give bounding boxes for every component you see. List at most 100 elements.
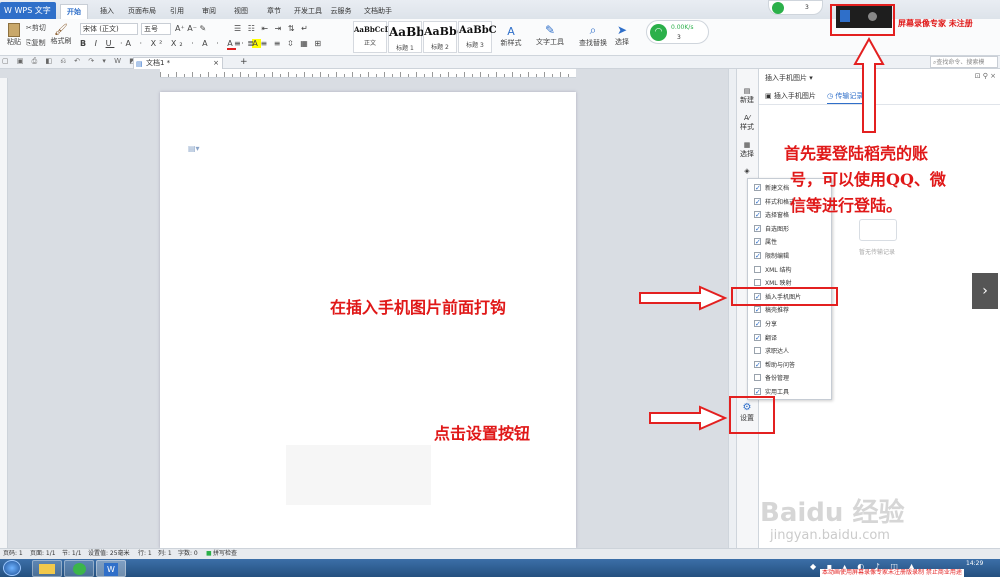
checkbox-checked-icon[interactable]: ✓ <box>754 306 761 314</box>
side-select-button[interactable]: ▦ 选择 <box>736 141 758 159</box>
checklist-item[interactable]: ✓ 翻译 <box>754 332 777 345</box>
text-tools-button[interactable]: ✎ 文字工具 <box>534 23 566 47</box>
app-menu-button[interactable]: W WPS 文字 <box>0 2 56 19</box>
checkbox-checked-icon[interactable]: ✓ <box>754 211 761 219</box>
top-widget[interactable]: 3 <box>768 0 823 15</box>
clock[interactable]: 14:29 <box>966 560 983 567</box>
taskbar-wechat[interactable] <box>64 560 94 577</box>
font-size-buttons[interactable]: A⁺ A⁻ ✎ <box>175 24 206 33</box>
status-bar: 页码: 1 页面: 1/1 节: 1/1 设置值: 25毫米 行: 1 列: 1… <box>0 548 1000 559</box>
checkbox-unchecked-icon[interactable] <box>754 279 761 287</box>
ruler-tick <box>328 74 329 77</box>
menu-tab[interactable]: 视图 <box>228 4 254 19</box>
checkbox-checked-icon[interactable]: ✓ <box>754 197 761 205</box>
ruler-tick <box>496 72 497 77</box>
taskbar-explorer[interactable] <box>32 560 62 577</box>
checklist-item[interactable]: ✓ 属性 <box>754 236 777 249</box>
side-shapes-button[interactable]: ◈ <box>736 167 758 175</box>
checkbox-checked-icon[interactable]: ✓ <box>754 238 761 246</box>
ruler-tick <box>392 74 393 77</box>
select-button[interactable]: ➤ 选择 <box>612 23 632 47</box>
menu-tab[interactable]: 引用 <box>164 4 190 19</box>
checklist-item[interactable]: ✓ 样式和格式 <box>754 196 795 209</box>
cut-button[interactable]: ✂剪切 <box>26 23 46 33</box>
checkbox-unchecked-icon[interactable] <box>754 374 761 382</box>
menu-tab[interactable]: 云服务 <box>328 4 354 19</box>
checkbox-checked-icon[interactable]: ✓ <box>754 388 761 396</box>
menu-tab[interactable]: 文档助手 <box>360 4 396 19</box>
search-command-input[interactable]: ⌕查找命令、搜索模 <box>930 56 998 68</box>
network-widget[interactable]: ◠ 0.00K/s 3 <box>646 20 709 44</box>
ruler-tick <box>200 74 201 77</box>
start-button[interactable] <box>3 560 21 576</box>
empty-state-icon <box>859 219 897 241</box>
checklist-label: XML 结构 <box>765 266 792 274</box>
ruler-tick <box>528 72 529 77</box>
font-name-select[interactable]: 宋体 (正文) <box>80 23 138 35</box>
task-pane-title: 插入手机图片 ▾ <box>765 74 813 82</box>
style-preset[interactable]: AaBb 标题 1 <box>388 21 425 53</box>
checklist-item[interactable]: ✓ 自选图形 <box>754 223 789 236</box>
style-preset[interactable]: AaBb(标题 2 <box>423 21 462 53</box>
align-buttons[interactable]: ≡ ≣ ≡ ≡ ⇳ ▦ ⊞ <box>234 39 323 48</box>
next-arrow-button[interactable]: › <box>972 273 998 309</box>
checkbox-checked-icon[interactable]: ✓ <box>754 320 761 328</box>
close-icon[interactable]: × <box>213 58 219 69</box>
task-pane-controls[interactable]: ⊡ ⚲ × <box>975 72 996 80</box>
checklist-item[interactable]: ✓ 选择窗格 <box>754 209 789 222</box>
ruler-tick <box>448 72 449 77</box>
quick-access-icons[interactable]: ▢ ▣ ⎙ ◧ ⎌ ↶ ↷ ▾ W ◩ <box>2 57 139 66</box>
cursor-icon: ➤ <box>616 23 628 37</box>
taskbar-wps[interactable]: W <box>96 560 126 577</box>
menu-tab[interactable]: 章节 <box>262 4 286 19</box>
checklist-item[interactable]: 备份管理 <box>754 372 789 385</box>
find-replace-button[interactable]: ⌕ 查找替换 <box>578 23 608 48</box>
wps-logo-icon: W <box>4 6 15 15</box>
menu-tab[interactable]: 审阅 <box>196 4 222 19</box>
side-style-button[interactable]: A⁄ 样式 <box>736 114 758 132</box>
style-preset[interactable]: AaBbC 标题 3 <box>458 21 497 53</box>
tab-insert-phone-image[interactable]: ▣ 插入手机图片 <box>765 91 816 101</box>
copy-button[interactable]: ⎘复制 <box>26 38 46 48</box>
menu-tab[interactable]: 页面布局 <box>124 4 160 19</box>
checkbox-checked-icon[interactable]: ✓ <box>754 333 761 341</box>
checkbox-checked-icon[interactable]: ✓ <box>754 360 761 368</box>
annotation-settings: 点击设置按钮 <box>434 424 531 443</box>
ruler-tick <box>176 72 177 77</box>
checklist-item[interactable]: ✓ 稿壳推荐 <box>754 304 789 317</box>
document-tab[interactable]: ▤ 文档1 * × <box>133 57 223 69</box>
style-preset[interactable]: AaBbCcDd 正文 <box>353 21 396 53</box>
new-style-button[interactable]: A 新样式 <box>497 25 525 48</box>
menu-tab[interactable]: 开始 <box>60 4 88 19</box>
side-new-button[interactable]: ▤ 新建 <box>736 87 758 105</box>
ruler-tick <box>272 72 273 77</box>
menu-tab[interactable]: 开发工具 <box>292 4 324 19</box>
ruler-tick <box>568 74 569 77</box>
checklist-item[interactable]: XML 结构 <box>754 264 792 277</box>
add-tab-button[interactable]: + <box>240 57 248 67</box>
menu-tab[interactable]: 插入 <box>94 4 120 19</box>
checkbox-checked-icon[interactable]: ✓ <box>754 224 761 232</box>
status-spell[interactable]: 拼写检查 <box>213 549 237 559</box>
checkbox-unchecked-icon[interactable] <box>754 265 761 273</box>
font-size-select[interactable]: 五号 <box>141 23 171 35</box>
checklist-item[interactable]: 求职达人 <box>754 345 789 358</box>
style-gallery: AaBbCcDd 正文 AaBb 标题 1 AaBb(标题 2 AaBbC 标题 3 <box>353 19 497 56</box>
style-name: 正文 <box>363 40 376 47</box>
checkbox-unchecked-icon[interactable] <box>754 347 761 355</box>
ruler-tick <box>520 74 521 77</box>
chevron-right-icon: › <box>982 283 988 299</box>
checklist-item[interactable]: ✓ 新建文档 <box>754 182 789 195</box>
checklist-item[interactable]: ✓ 帮助与问答 <box>754 359 795 372</box>
checklist-item[interactable]: ✓ 分享 <box>754 318 777 331</box>
checkbox-checked-icon[interactable]: ✓ <box>754 252 761 260</box>
format-painter-button[interactable]: 🖌 格式刷 <box>50 23 72 46</box>
ruler-tick <box>408 74 409 77</box>
checkbox-checked-icon[interactable]: ✓ <box>754 184 761 192</box>
ruler-tick <box>560 72 561 77</box>
ruler-tick <box>552 74 553 77</box>
checklist-item[interactable]: ✓ 限制编辑 <box>754 250 789 263</box>
paste-button[interactable]: 粘贴 <box>4 23 24 47</box>
paragraph-buttons[interactable]: ☰ ☷ ⇤ ⇥ ⇅ ↵ <box>234 24 310 33</box>
ruler-tick <box>344 74 345 77</box>
